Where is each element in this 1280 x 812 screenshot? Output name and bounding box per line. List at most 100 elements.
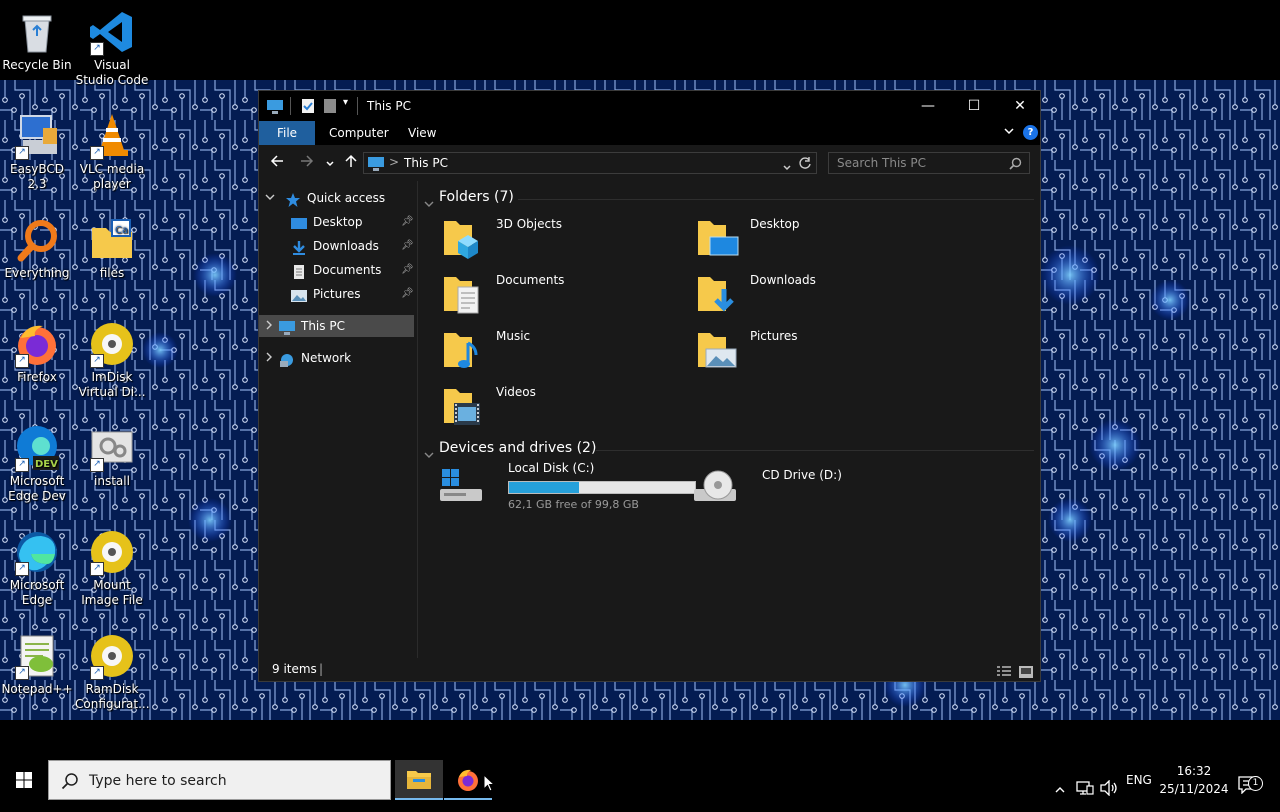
search-input[interactable]: Search This PC (828, 152, 1030, 174)
desktop-icon-label: Visual Studio Code (75, 58, 149, 87)
start-button[interactable] (0, 760, 48, 800)
tab-computer[interactable]: Computer (317, 121, 401, 145)
help-icon[interactable]: ? (1023, 125, 1038, 140)
nav-item-network[interactable]: Network (259, 347, 414, 369)
navigation-pane: Quick access Desktop 📌︎ Downloads 📌︎ Doc… (259, 181, 418, 658)
shortcut-arrow-icon: ↗ (15, 354, 29, 368)
drive-tile-local-disk-c[interactable]: Local Disk (C:) 62,1 GB free of 99,8 GB (438, 461, 708, 511)
taskbar-clock[interactable]: 16:32 25/11/2024 (1154, 762, 1234, 798)
nav-quick-access[interactable]: Quick access (285, 187, 385, 209)
title-bar[interactable]: ▾ This PC — ☐ ✕ (259, 91, 1040, 121)
3d-objects-folder-icon (442, 215, 488, 261)
mouse-cursor-icon (483, 773, 496, 796)
folder-name: Documents (496, 273, 565, 287)
large-icons-view-icon[interactable] (1019, 663, 1033, 686)
tab-file[interactable]: File (259, 121, 315, 145)
music-folder-icon (442, 327, 488, 373)
desktop-icon-notepadpp[interactable]: ↗ Notepad++ (0, 632, 74, 697)
disc-icon: ↗ (88, 632, 136, 680)
group-header-devices[interactable]: Devices and drives (2) (439, 440, 596, 456)
recent-locations-chevron-icon[interactable] (325, 155, 335, 173)
window-title: This PC (367, 99, 411, 113)
expand-quick-access-chevron-icon[interactable] (265, 187, 275, 209)
folder-tile-documents[interactable]: Documents (442, 269, 692, 319)
folder-tile-videos[interactable]: Videos (442, 381, 692, 431)
drive-tile-cd-drive-d[interactable]: CD Drive (D:) (692, 461, 942, 511)
desktop-icon-firefox[interactable]: ↗ Firefox (0, 320, 74, 385)
nav-item-pictures[interactable]: Pictures 📌︎ (291, 283, 415, 305)
cd-drive-icon (692, 463, 738, 509)
tab-view[interactable]: View (396, 121, 448, 145)
desktop-icon-ramdisk[interactable]: ↗ RamDisk Configurat... (75, 632, 150, 712)
nav-item-desktop[interactable]: Desktop 📌︎ (291, 211, 415, 233)
desktop-icon-everything[interactable]: Everything (0, 216, 74, 281)
group-divider (518, 199, 1034, 200)
details-view-icon[interactable] (997, 663, 1011, 686)
address-dropdown-chevron-icon[interactable] (782, 158, 792, 177)
notification-count-badge: 1 (1248, 776, 1263, 791)
taskbar-app-file-explorer[interactable] (395, 760, 443, 800)
pin-icon: 📌︎ (401, 264, 414, 275)
address-box[interactable]: > This PC (363, 152, 817, 174)
input-language-indicator[interactable]: ENG (1126, 760, 1152, 800)
desktop-icon-recycle-bin[interactable]: Recycle Bin (0, 8, 74, 73)
nav-item-this-pc[interactable]: This PC (259, 315, 414, 337)
folder-tile-downloads[interactable]: Downloads (696, 269, 946, 319)
search-icon[interactable] (1009, 156, 1022, 176)
easybcd-icon: ↗ (13, 112, 61, 160)
network-status-icon[interactable] (1076, 772, 1094, 795)
breadcrumb-this-pc[interactable]: This PC (404, 156, 448, 170)
shortcut-arrow-icon: ↗ (15, 666, 29, 680)
star-icon (285, 192, 301, 207)
group-header-folders[interactable]: Folders (7) (439, 189, 514, 205)
nav-label: Documents (313, 263, 382, 277)
desktop-icon-edge-dev[interactable]: DEV ↗ Microsoft Edge Dev (0, 424, 74, 504)
desktop-icon-files[interactable]: Ca files (75, 216, 149, 281)
expand-ribbon-chevron-icon[interactable] (1003, 125, 1015, 140)
volume-icon[interactable] (1100, 772, 1118, 797)
folder-tile-3d-objects[interactable]: 3D Objects (442, 213, 692, 263)
nav-item-documents[interactable]: Documents 📌︎ (291, 259, 415, 281)
desktop-icon-label: Everything (4, 266, 70, 280)
desktop-icon-install[interactable]: ↗ install (75, 424, 149, 489)
folder-tile-pictures[interactable]: Pictures (696, 325, 946, 375)
action-center-icon[interactable]: 1 (1238, 770, 1263, 795)
drive-usage-fill (509, 482, 580, 493)
pin-icon: 📌︎ (401, 240, 414, 251)
windows-logo-icon (16, 772, 32, 792)
desktop-icon-easybcd[interactable]: ↗ EasyBCD 2.3 (0, 112, 74, 192)
new-folder-quick-icon[interactable] (323, 98, 337, 118)
firefox-icon: ↗ (13, 320, 61, 368)
desktop-icon-vscode[interactable]: ↗ Visual Studio Code (75, 8, 149, 88)
folder-tile-desktop[interactable]: Desktop (696, 213, 946, 263)
desktop-icon-mount-image[interactable]: ↗ Mount Image File (75, 528, 149, 608)
expand-chevron-icon[interactable] (259, 315, 279, 337)
maximize-button[interactable]: ☐ (951, 91, 997, 121)
taskbar-search-box[interactable]: Type here to search (48, 760, 391, 800)
desktop-icon-edge[interactable]: ↗ Microsoft Edge (0, 528, 74, 608)
address-bar-row: > This PC Search This PC (259, 145, 1040, 181)
up-arrow-icon[interactable] (343, 153, 359, 173)
back-arrow-icon[interactable] (269, 153, 285, 173)
nav-label: Network (301, 351, 352, 365)
folder-name: Music (496, 329, 531, 343)
minimize-button[interactable]: — (905, 91, 951, 121)
close-button[interactable]: ✕ (997, 91, 1043, 121)
collapse-group-chevron-icon[interactable] (424, 445, 434, 464)
desktop-icon-vlc[interactable]: ↗ VLC media player (75, 112, 149, 192)
nav-item-downloads[interactable]: Downloads 📌︎ (291, 235, 415, 257)
install-gear-icon: ↗ (88, 424, 136, 472)
collapse-group-chevron-icon[interactable] (424, 194, 434, 213)
customize-toolbar-icon[interactable]: ▾ (343, 97, 348, 108)
refresh-icon[interactable] (798, 155, 812, 174)
breadcrumb-separator[interactable]: > (389, 155, 399, 169)
shortcut-arrow-icon: ↗ (90, 42, 104, 56)
folder-tile-music[interactable]: Music (442, 325, 692, 375)
expand-chevron-icon[interactable] (259, 347, 279, 369)
pictures-icon (291, 288, 307, 302)
properties-quick-icon[interactable] (301, 98, 315, 118)
show-hidden-icons-chevron-icon[interactable] (1054, 772, 1066, 793)
forward-arrow-icon[interactable] (299, 153, 315, 173)
svg-text:Ca: Ca (115, 225, 128, 236)
desktop-icon-imdisk[interactable]: ↗ ImDisk Virtual Di... (75, 320, 149, 400)
